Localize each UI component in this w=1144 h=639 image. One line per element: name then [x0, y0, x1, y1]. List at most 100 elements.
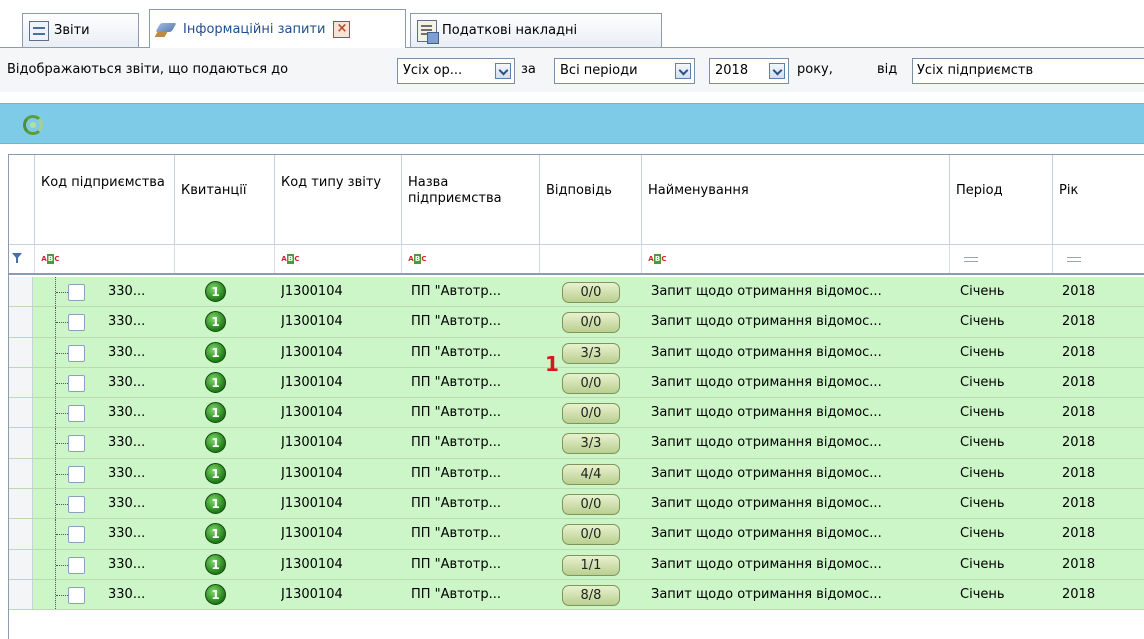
- row-selector[interactable]: [9, 337, 33, 367]
- filter-report-type-code[interactable]: ABC: [275, 245, 402, 273]
- answer-badge[interactable]: 3/3: [562, 433, 620, 455]
- tree-branch: [56, 504, 68, 506]
- tab-label: Податкові накладні: [442, 23, 578, 38]
- close-icon[interactable]: ×: [333, 20, 351, 38]
- receipt-status-icon[interactable]: [205, 462, 226, 484]
- header-enterprise-code[interactable]: Код підприємства: [35, 155, 175, 245]
- filter-enterprise-code[interactable]: ABC: [35, 245, 175, 273]
- row-checkbox[interactable]: [68, 586, 85, 604]
- row-selector[interactable]: [9, 549, 33, 579]
- cell-enterprise-code: 330...: [108, 314, 146, 330]
- row-selector[interactable]: [9, 398, 33, 428]
- chevron-down-icon[interactable]: [675, 63, 691, 79]
- filter-period[interactable]: [950, 245, 1053, 273]
- tab-reports[interactable]: Звіти: [22, 13, 139, 47]
- receipt-status-icon[interactable]: [205, 553, 226, 575]
- filter-row-selector[interactable]: [9, 245, 35, 273]
- receipt-status-icon[interactable]: [205, 432, 226, 454]
- row-selector[interactable]: [9, 489, 33, 519]
- period-select-value: Всі періоди: [560, 63, 638, 78]
- answer-badge[interactable]: 0/0: [562, 282, 620, 303]
- table-row[interactable]: 330... J1300104 ПП "Автотр... 0/0 Запит щодо…: [9, 489, 1144, 520]
- receipt-status-icon[interactable]: [205, 583, 226, 605]
- period-select[interactable]: Всі періоди: [554, 58, 695, 84]
- chevron-down-icon[interactable]: [495, 63, 511, 79]
- receipt-status-icon[interactable]: [205, 371, 226, 393]
- roku-label: року,: [797, 62, 833, 77]
- filter-enterprise-name[interactable]: ABC: [402, 245, 540, 273]
- cell-year: 2018: [1062, 435, 1096, 451]
- table-row[interactable]: 330... J1300104 ПП "Автотр... 3/3 Запит щодо…: [9, 428, 1144, 459]
- wand-icon: [156, 19, 178, 39]
- row-selector[interactable]: [9, 519, 33, 549]
- header-enterprise-name[interactable]: Назва підприємства: [402, 155, 540, 245]
- row-selector[interactable]: [9, 277, 33, 307]
- receipt-status-icon[interactable]: [205, 523, 226, 545]
- row-checkbox[interactable]: [68, 526, 85, 544]
- answer-badge[interactable]: 1/1: [562, 554, 620, 576]
- cell-enterprise-name: ПП "Автотр...: [411, 284, 501, 299]
- row-selector[interactable]: [9, 579, 33, 610]
- row-selector[interactable]: [9, 428, 33, 458]
- table-row[interactable]: 330... J1300104 ПП "Автотр... 0/0 Запит щодо…: [9, 398, 1144, 429]
- row-checkbox[interactable]: [68, 344, 85, 362]
- filter-receipts[interactable]: [175, 245, 275, 273]
- answer-badge[interactable]: 8/8: [562, 584, 620, 606]
- answer-badge[interactable]: 3/3: [562, 342, 620, 364]
- cell-title: Запит щодо отримання відомос...: [651, 435, 882, 451]
- chevron-down-icon[interactable]: [769, 63, 785, 79]
- organization-select[interactable]: Усіх ор...: [397, 58, 515, 84]
- cell-title: Запит щодо отримання відомос...: [651, 374, 882, 390]
- receipt-status-icon[interactable]: [205, 341, 226, 363]
- refresh-icon[interactable]: [23, 115, 43, 135]
- answer-badge[interactable]: 4/4: [562, 463, 620, 485]
- row-checkbox[interactable]: [68, 284, 85, 301]
- header-title[interactable]: Найменування: [642, 155, 950, 245]
- cell-title: Запит щодо отримання відомос...: [651, 405, 882, 421]
- header-answer[interactable]: Відповідь: [540, 155, 642, 245]
- cell-report-type-code: J1300104: [281, 314, 343, 330]
- row-selector[interactable]: [9, 307, 33, 337]
- funnel-icon: [12, 253, 23, 264]
- cell-enterprise-name: ПП "Автотр...: [411, 374, 501, 390]
- filter-year[interactable]: [1053, 245, 1144, 273]
- cell-enterprise-code: 330...: [108, 374, 146, 390]
- table-row[interactable]: 330... J1300104 ПП "Автотр... 0/0 Запит щодо…: [9, 519, 1144, 550]
- header-receipts[interactable]: Квитанції: [175, 155, 275, 245]
- tab-info-requests[interactable]: Інформаційні запити ×: [149, 9, 406, 48]
- enterprise-select[interactable]: Усіх підприємств: [912, 58, 1144, 84]
- tab-tax-invoices[interactable]: Податкові накладні: [410, 13, 662, 47]
- row-selector[interactable]: [9, 458, 33, 489]
- filter-title[interactable]: ABC: [642, 245, 950, 273]
- table-row[interactable]: 330... J1300104 ПП "Автотр... 3/3 Запит щодо…: [9, 337, 1144, 368]
- grid-header: Код підприємства Квитанції Код типу звіт…: [9, 155, 1144, 245]
- header-period[interactable]: Період: [950, 155, 1053, 245]
- table-row[interactable]: 330... J1300104 ПП "Автотр... 4/4 Запит щодо…: [9, 458, 1144, 490]
- answer-badge[interactable]: 0/0: [562, 372, 620, 394]
- answer-badge[interactable]: 0/0: [562, 524, 620, 546]
- receipt-status-icon[interactable]: [205, 402, 226, 424]
- row-checkbox[interactable]: [68, 405, 85, 423]
- filter-answer[interactable]: [540, 245, 642, 273]
- row-checkbox[interactable]: [68, 314, 85, 332]
- receipt-status-icon[interactable]: [205, 311, 226, 333]
- answer-badge[interactable]: 0/0: [562, 403, 620, 425]
- row-checkbox[interactable]: [68, 496, 85, 514]
- row-checkbox[interactable]: [68, 465, 85, 483]
- table-row[interactable]: 330... J1300104 ПП "Автотр... 1/1 Запит щодо…: [9, 549, 1144, 580]
- table-row[interactable]: 330... J1300104 ПП "Автотр... 0/0 Запит щодо…: [9, 307, 1144, 338]
- receipt-status-icon[interactable]: [205, 281, 226, 302]
- receipt-status-icon[interactable]: [205, 493, 226, 515]
- row-checkbox[interactable]: [68, 435, 85, 453]
- answer-badge[interactable]: 0/0: [562, 312, 620, 334]
- table-row[interactable]: 330... J1300104 ПП "Автотр... 0/0 Запит щодо…: [9, 367, 1144, 399]
- table-row[interactable]: 330... J1300104 ПП "Автотр... 8/8 Запит щодо…: [9, 579, 1144, 611]
- row-checkbox[interactable]: [68, 374, 85, 392]
- table-row[interactable]: 330... J1300104 ПП "Автотр... 0/0 Запит щодо…: [9, 277, 1144, 308]
- header-report-type-code[interactable]: Код типу звіту: [275, 155, 402, 245]
- year-select[interactable]: 2018: [709, 58, 789, 84]
- row-selector[interactable]: [9, 367, 33, 398]
- header-year[interactable]: Рік: [1053, 155, 1144, 245]
- answer-badge[interactable]: 0/0: [562, 494, 620, 516]
- row-checkbox[interactable]: [68, 556, 85, 574]
